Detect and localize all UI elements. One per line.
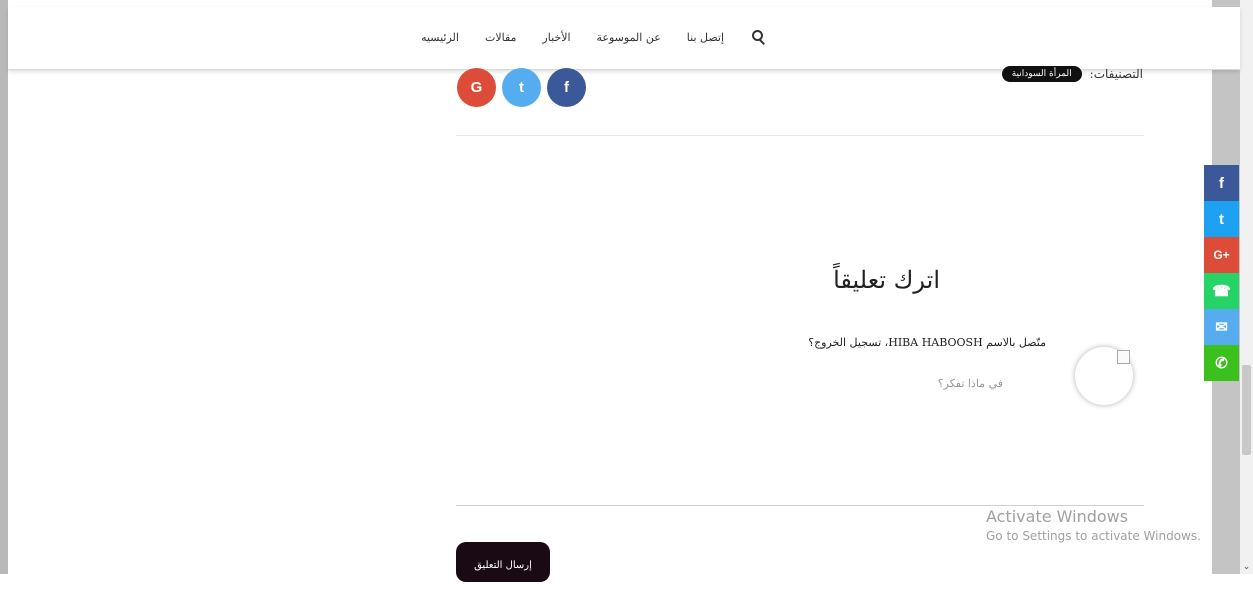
email-icon[interactable]: ✉ bbox=[1204, 309, 1239, 345]
nav-item-home[interactable]: الرئيسيه bbox=[421, 31, 459, 44]
category-tag[interactable]: المرأة السودانية bbox=[1001, 66, 1082, 82]
categories: التصنيفات: المرأة السودانية bbox=[1001, 66, 1143, 82]
twitter-icon[interactable]: t bbox=[1204, 201, 1239, 237]
facebook-share-button[interactable]: f bbox=[547, 68, 586, 107]
scroll-thumb[interactable] bbox=[1242, 365, 1251, 455]
site-header: الرئيسيه مقالات الأخبار عن الموسوعة إتصل… bbox=[8, 7, 1240, 70]
broken-image-icon bbox=[1117, 350, 1130, 364]
activate-windows-watermark: Activate Windows Go to Settings to activ… bbox=[986, 507, 1201, 543]
comment-input[interactable]: في ماذا تفكر؟ bbox=[938, 377, 1003, 390]
left-border bbox=[0, 0, 8, 574]
share-buttons-round: G t f bbox=[457, 68, 586, 107]
search-icon[interactable] bbox=[750, 29, 766, 45]
facebook-icon: f bbox=[564, 79, 569, 96]
main-nav: الرئيسيه مقالات الأخبار عن الموسوعة إتصل… bbox=[421, 29, 772, 45]
scroll-down-arrow-icon[interactable]: ⌄ bbox=[1240, 560, 1253, 574]
divider bbox=[456, 135, 1144, 136]
phone-icon[interactable]: ✆ bbox=[1204, 345, 1239, 381]
whatsapp-icon[interactable]: ☎ bbox=[1204, 273, 1239, 309]
twitter-share-button[interactable]: t bbox=[502, 68, 541, 107]
floating-share-bar: f t G+ ☎ ✉ ✆ bbox=[1204, 165, 1239, 381]
google-icon: G bbox=[470, 79, 483, 96]
nav-item-news[interactable]: الأخبار bbox=[542, 31, 570, 44]
nav-item-articles[interactable]: مقالات bbox=[485, 31, 516, 44]
watermark-title: Activate Windows bbox=[986, 507, 1129, 526]
nav-item-about[interactable]: عن الموسوعة bbox=[597, 31, 661, 44]
comment-section-title: اترك تعليقاً bbox=[833, 266, 940, 294]
comment-divider bbox=[456, 505, 1144, 506]
submit-comment-button[interactable]: إرسال التعليق bbox=[456, 542, 550, 582]
facebook-icon[interactable]: f bbox=[1204, 165, 1239, 201]
google-share-button[interactable]: G bbox=[457, 68, 496, 107]
google-plus-icon[interactable]: G+ bbox=[1204, 237, 1239, 273]
page-content bbox=[8, 0, 1212, 574]
nav-item-contact[interactable]: إتصل بنا bbox=[687, 31, 724, 44]
scrollbar[interactable]: ⌄ bbox=[1240, 0, 1253, 574]
logged-in-text[interactable]: متّصل بالاسم HIBA HABOOSH، تسجيل الخروج؟ bbox=[808, 336, 1046, 349]
twitter-icon: t bbox=[519, 79, 524, 96]
watermark-subtitle: Go to Settings to activate Windows. bbox=[986, 529, 1201, 543]
categories-label: التصنيفات: bbox=[1089, 67, 1143, 81]
